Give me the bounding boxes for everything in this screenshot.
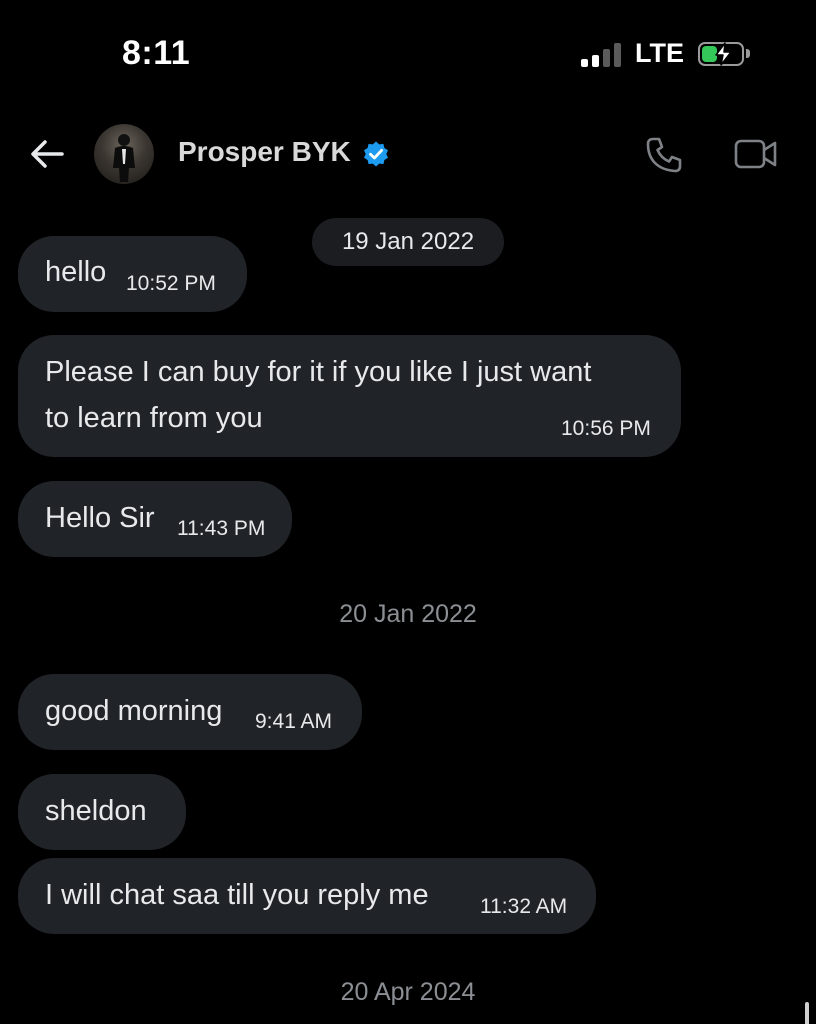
message-bubble[interactable]: good morning 9:41 AM xyxy=(18,674,362,750)
status-bar-time: 8:11 xyxy=(122,34,191,72)
status-bar-indicators: LTE xyxy=(581,38,750,69)
phone-icon[interactable] xyxy=(644,135,684,175)
battery-icon xyxy=(698,41,744,66)
message-text-line: to learn from you xyxy=(45,402,263,434)
message-timestamp: 10:52 PM xyxy=(126,272,216,295)
battery-cap xyxy=(746,49,750,58)
dm-conversation-screen: 8:11 LTE Prosper BYK 19 Jan 2022 hello 1… xyxy=(0,0,816,1024)
cellular-signal-icon xyxy=(581,41,621,67)
scroll-indicator[interactable] xyxy=(805,1002,809,1024)
date-separator: 20 Jan 2022 xyxy=(339,600,477,628)
avatar-person-silhouette xyxy=(113,134,135,182)
message-timestamp: 9:41 AM xyxy=(255,710,333,733)
message-bubble[interactable]: sheldon xyxy=(18,774,186,850)
contact-name[interactable]: Prosper BYK xyxy=(178,136,351,168)
message-text: I will chat saa till you reply me xyxy=(45,879,429,911)
message-text: Hello Sir xyxy=(45,502,155,534)
message-bubble[interactable]: hello 10:52 PM xyxy=(18,236,247,312)
verified-badge-icon xyxy=(364,141,388,167)
message-text: sheldon xyxy=(45,795,147,827)
date-separator: 20 Apr 2024 xyxy=(340,978,476,1006)
message-text: good morning xyxy=(45,695,223,727)
video-camera-icon[interactable] xyxy=(734,137,778,171)
network-type-label: LTE xyxy=(635,38,684,68)
contact-avatar[interactable] xyxy=(94,124,154,184)
date-separator: 19 Jan 2022 xyxy=(312,218,504,266)
message-bubble[interactable]: Hello Sir 11:43 PM xyxy=(18,481,292,557)
message-text: hello xyxy=(45,256,107,288)
message-text-line: Please I can buy for it if you like I ju… xyxy=(45,356,592,388)
message-timestamp: 10:56 PM xyxy=(561,417,651,440)
message-bubble[interactable]: Please I can buy for it if you like I ju… xyxy=(18,335,681,457)
charging-bolt-icon xyxy=(715,41,732,66)
message-timestamp: 11:43 PM xyxy=(177,517,266,540)
arrow-left-icon[interactable] xyxy=(28,136,66,172)
message-timestamp: 11:32 AM xyxy=(480,895,568,918)
message-bubble[interactable]: I will chat saa till you reply me 11:32 … xyxy=(18,858,596,934)
